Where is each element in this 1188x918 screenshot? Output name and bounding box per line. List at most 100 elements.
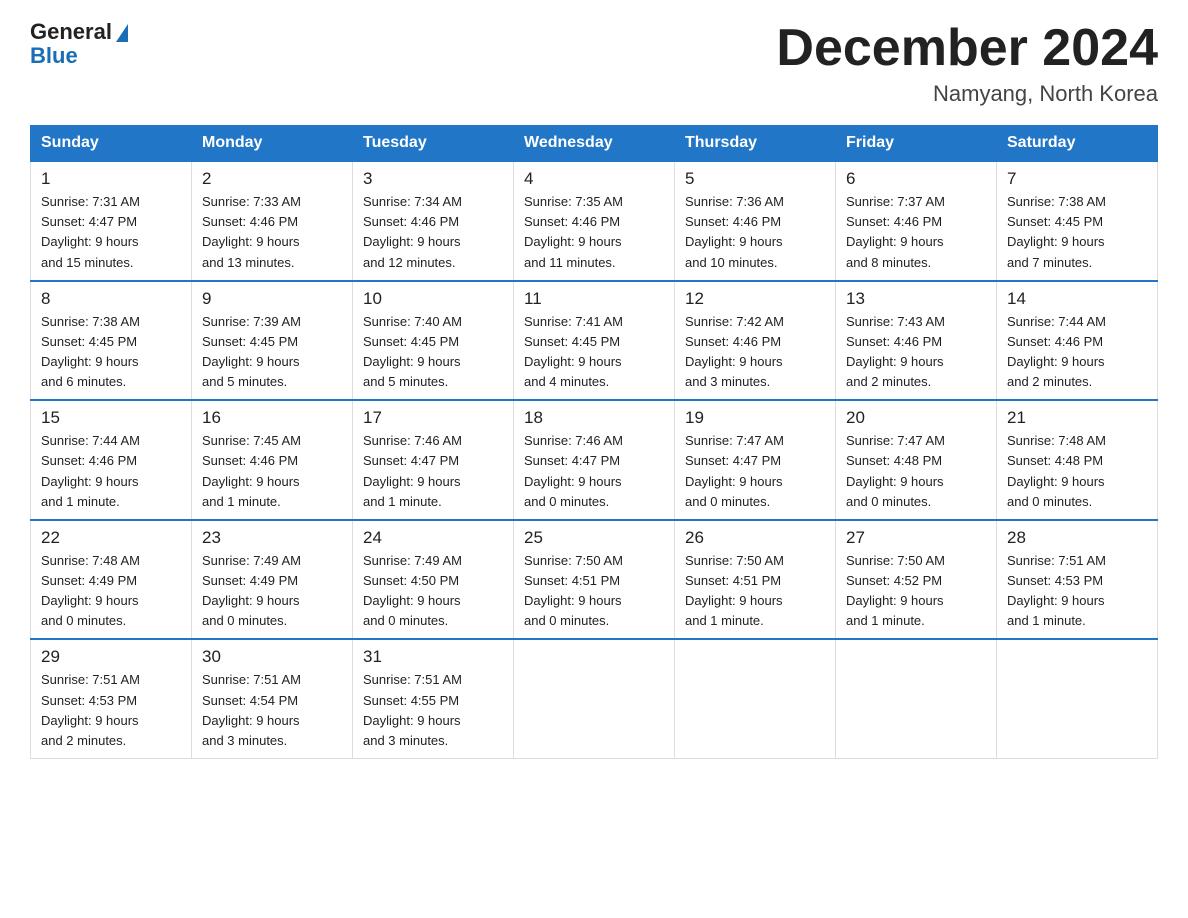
weekday-header-wednesday: Wednesday [514,126,675,162]
calendar-day-cell: 16 Sunrise: 7:45 AMSunset: 4:46 PMDaylig… [192,400,353,520]
calendar-week-row: 8 Sunrise: 7:38 AMSunset: 4:45 PMDayligh… [31,281,1158,401]
logo-blue: Blue [30,44,112,68]
calendar-day-cell: 15 Sunrise: 7:44 AMSunset: 4:46 PMDaylig… [31,400,192,520]
day-number: 20 [846,408,986,428]
calendar-day-cell: 1 Sunrise: 7:31 AMSunset: 4:47 PMDayligh… [31,161,192,281]
location-title: Namyang, North Korea [776,81,1158,107]
calendar-day-cell: 13 Sunrise: 7:43 AMSunset: 4:46 PMDaylig… [836,281,997,401]
day-info: Sunrise: 7:51 AMSunset: 4:55 PMDaylight:… [363,670,503,751]
day-number: 13 [846,289,986,309]
day-number: 11 [524,289,664,309]
day-number: 7 [1007,169,1147,189]
weekday-header-saturday: Saturday [997,126,1158,162]
day-number: 17 [363,408,503,428]
page-header: General Blue December 2024 Namyang, Nort… [30,20,1158,107]
calendar-day-cell: 30 Sunrise: 7:51 AMSunset: 4:54 PMDaylig… [192,639,353,758]
day-number: 9 [202,289,342,309]
calendar-day-cell: 29 Sunrise: 7:51 AMSunset: 4:53 PMDaylig… [31,639,192,758]
calendar-week-row: 15 Sunrise: 7:44 AMSunset: 4:46 PMDaylig… [31,400,1158,520]
day-number: 26 [685,528,825,548]
weekday-header-tuesday: Tuesday [353,126,514,162]
day-number: 22 [41,528,181,548]
calendar-day-cell [514,639,675,758]
day-number: 23 [202,528,342,548]
day-info: Sunrise: 7:51 AMSunset: 4:54 PMDaylight:… [202,670,342,751]
calendar-day-cell: 22 Sunrise: 7:48 AMSunset: 4:49 PMDaylig… [31,520,192,640]
day-info: Sunrise: 7:50 AMSunset: 4:52 PMDaylight:… [846,551,986,632]
day-number: 30 [202,647,342,667]
calendar-week-row: 29 Sunrise: 7:51 AMSunset: 4:53 PMDaylig… [31,639,1158,758]
day-info: Sunrise: 7:47 AMSunset: 4:47 PMDaylight:… [685,431,825,512]
day-info: Sunrise: 7:38 AMSunset: 4:45 PMDaylight:… [1007,192,1147,273]
logo: General Blue [30,20,128,68]
weekday-header-thursday: Thursday [675,126,836,162]
day-info: Sunrise: 7:41 AMSunset: 4:45 PMDaylight:… [524,312,664,393]
day-number: 8 [41,289,181,309]
day-info: Sunrise: 7:47 AMSunset: 4:48 PMDaylight:… [846,431,986,512]
day-info: Sunrise: 7:48 AMSunset: 4:48 PMDaylight:… [1007,431,1147,512]
title-area: December 2024 Namyang, North Korea [776,20,1158,107]
day-number: 3 [363,169,503,189]
weekday-header-row: SundayMondayTuesdayWednesdayThursdayFrid… [31,126,1158,162]
day-number: 4 [524,169,664,189]
calendar-day-cell: 9 Sunrise: 7:39 AMSunset: 4:45 PMDayligh… [192,281,353,401]
calendar-day-cell: 2 Sunrise: 7:33 AMSunset: 4:46 PMDayligh… [192,161,353,281]
day-info: Sunrise: 7:43 AMSunset: 4:46 PMDaylight:… [846,312,986,393]
calendar-day-cell: 18 Sunrise: 7:46 AMSunset: 4:47 PMDaylig… [514,400,675,520]
weekday-header-friday: Friday [836,126,997,162]
calendar-day-cell [836,639,997,758]
calendar-day-cell: 31 Sunrise: 7:51 AMSunset: 4:55 PMDaylig… [353,639,514,758]
day-number: 18 [524,408,664,428]
day-info: Sunrise: 7:49 AMSunset: 4:49 PMDaylight:… [202,551,342,632]
calendar-day-cell: 4 Sunrise: 7:35 AMSunset: 4:46 PMDayligh… [514,161,675,281]
day-number: 1 [41,169,181,189]
calendar-day-cell: 8 Sunrise: 7:38 AMSunset: 4:45 PMDayligh… [31,281,192,401]
day-number: 15 [41,408,181,428]
day-number: 21 [1007,408,1147,428]
day-number: 28 [1007,528,1147,548]
day-number: 31 [363,647,503,667]
day-info: Sunrise: 7:45 AMSunset: 4:46 PMDaylight:… [202,431,342,512]
calendar-day-cell: 19 Sunrise: 7:47 AMSunset: 4:47 PMDaylig… [675,400,836,520]
day-number: 16 [202,408,342,428]
day-info: Sunrise: 7:44 AMSunset: 4:46 PMDaylight:… [41,431,181,512]
day-info: Sunrise: 7:33 AMSunset: 4:46 PMDaylight:… [202,192,342,273]
calendar-day-cell: 10 Sunrise: 7:40 AMSunset: 4:45 PMDaylig… [353,281,514,401]
day-number: 25 [524,528,664,548]
calendar-day-cell [675,639,836,758]
day-number: 10 [363,289,503,309]
day-number: 29 [41,647,181,667]
day-info: Sunrise: 7:31 AMSunset: 4:47 PMDaylight:… [41,192,181,273]
calendar-week-row: 1 Sunrise: 7:31 AMSunset: 4:47 PMDayligh… [31,161,1158,281]
day-number: 14 [1007,289,1147,309]
day-info: Sunrise: 7:46 AMSunset: 4:47 PMDaylight:… [524,431,664,512]
day-info: Sunrise: 7:34 AMSunset: 4:46 PMDaylight:… [363,192,503,273]
calendar-day-cell: 7 Sunrise: 7:38 AMSunset: 4:45 PMDayligh… [997,161,1158,281]
weekday-header-sunday: Sunday [31,126,192,162]
day-info: Sunrise: 7:51 AMSunset: 4:53 PMDaylight:… [1007,551,1147,632]
calendar-day-cell: 11 Sunrise: 7:41 AMSunset: 4:45 PMDaylig… [514,281,675,401]
day-info: Sunrise: 7:51 AMSunset: 4:53 PMDaylight:… [41,670,181,751]
day-number: 24 [363,528,503,548]
day-number: 27 [846,528,986,548]
day-info: Sunrise: 7:50 AMSunset: 4:51 PMDaylight:… [524,551,664,632]
day-info: Sunrise: 7:37 AMSunset: 4:46 PMDaylight:… [846,192,986,273]
day-number: 6 [846,169,986,189]
day-info: Sunrise: 7:46 AMSunset: 4:47 PMDaylight:… [363,431,503,512]
day-number: 2 [202,169,342,189]
day-info: Sunrise: 7:49 AMSunset: 4:50 PMDaylight:… [363,551,503,632]
calendar-week-row: 22 Sunrise: 7:48 AMSunset: 4:49 PMDaylig… [31,520,1158,640]
month-title: December 2024 [776,20,1158,77]
day-info: Sunrise: 7:48 AMSunset: 4:49 PMDaylight:… [41,551,181,632]
calendar-day-cell: 23 Sunrise: 7:49 AMSunset: 4:49 PMDaylig… [192,520,353,640]
calendar-day-cell: 25 Sunrise: 7:50 AMSunset: 4:51 PMDaylig… [514,520,675,640]
day-number: 5 [685,169,825,189]
calendar-day-cell: 6 Sunrise: 7:37 AMSunset: 4:46 PMDayligh… [836,161,997,281]
calendar-day-cell: 27 Sunrise: 7:50 AMSunset: 4:52 PMDaylig… [836,520,997,640]
day-number: 12 [685,289,825,309]
calendar-day-cell: 24 Sunrise: 7:49 AMSunset: 4:50 PMDaylig… [353,520,514,640]
calendar-day-cell: 21 Sunrise: 7:48 AMSunset: 4:48 PMDaylig… [997,400,1158,520]
calendar-day-cell: 5 Sunrise: 7:36 AMSunset: 4:46 PMDayligh… [675,161,836,281]
day-info: Sunrise: 7:40 AMSunset: 4:45 PMDaylight:… [363,312,503,393]
logo-text: General Blue [30,20,112,68]
